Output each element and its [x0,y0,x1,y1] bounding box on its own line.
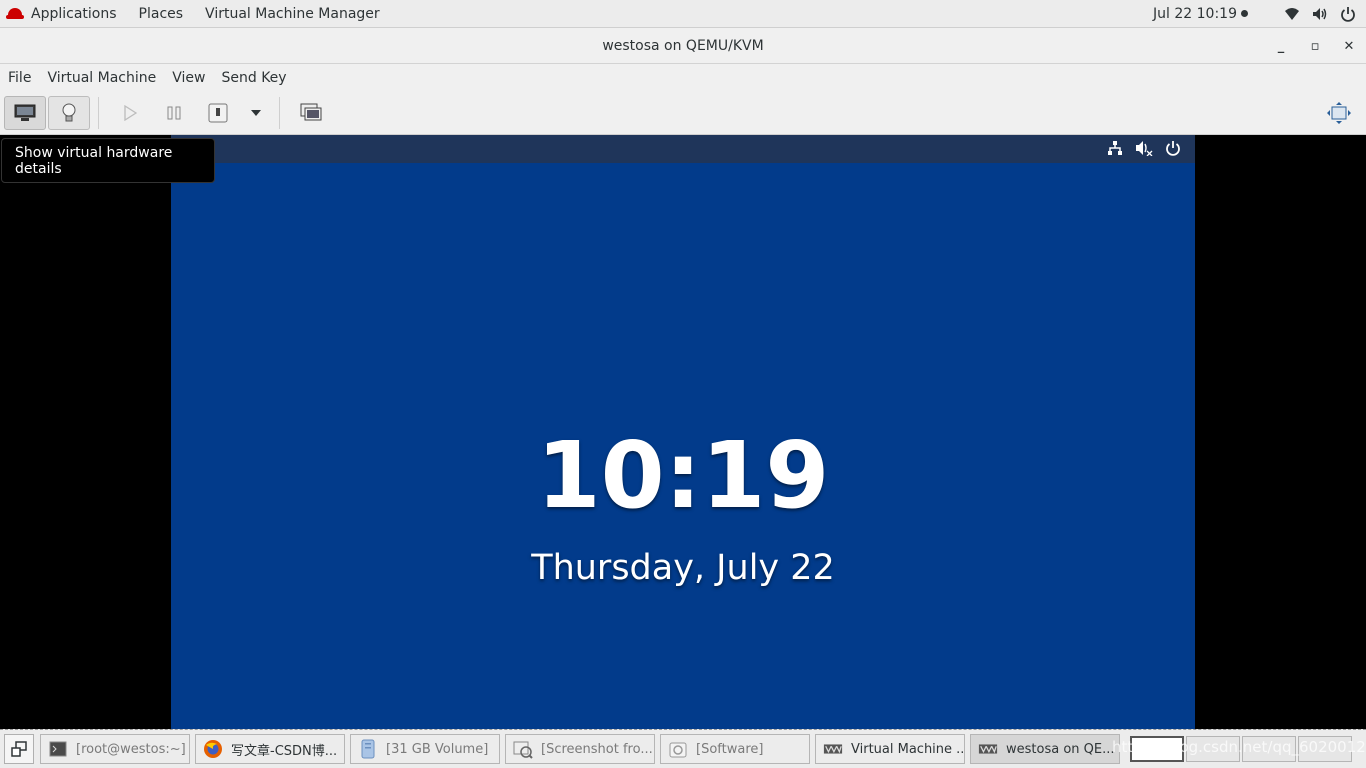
show-desktop-button[interactable] [4,734,34,764]
workspace-3[interactable] [1242,736,1296,762]
vmm-icon [978,739,998,759]
applications-menu[interactable]: Applications [0,0,128,28]
workspace-2[interactable] [1186,736,1240,762]
volume-muted-icon [1136,141,1153,156]
gnome-top-bar: Applications Places Virtual Machine Mana… [0,0,1366,28]
terminal-icon [48,739,68,759]
shutdown-menu-button[interactable] [241,96,271,130]
toolbar-separator [98,97,99,129]
snapshots-button[interactable] [290,96,332,130]
screenshot-icon [513,739,533,759]
software-icon [668,739,688,759]
pause-button[interactable] [153,96,195,130]
pause-icon [167,106,181,120]
workspace-4[interactable] [1298,736,1352,762]
show-desktop-icon [11,741,27,757]
firefox-icon [203,739,223,759]
fullscreen-icon [1327,102,1351,124]
details-button[interactable] [48,96,90,130]
lock-screen-date: Thursday, July 22 [531,548,835,588]
vm-display[interactable]: 10:19 Thursday, July 22 [0,135,1366,729]
workspace-1[interactable] [1130,736,1184,762]
wifi-icon[interactable] [1284,6,1300,22]
dropdown-arrow-icon [251,110,261,116]
clock[interactable]: Jul 22 10:19 [1153,6,1237,22]
fullscreen-button[interactable] [1318,96,1360,130]
applications-label: Applications [31,5,117,22]
app-menu-label: Virtual Machine Manager [205,5,380,22]
window-titlebar: westosa on QEMU/KVM _ ▫ ✕ [0,28,1366,64]
menubar: File Virtual Machine View Send Key [0,64,1366,92]
task-label: 写文章-CSDN博... [231,743,338,759]
app-menu[interactable]: Virtual Machine Manager [194,0,391,28]
places-label: Places [138,5,184,22]
task-screenshot[interactable]: [Screenshot fro... [505,734,655,764]
maximize-button[interactable]: ▫ [1298,28,1332,64]
task-label: Virtual Machine ... [851,741,965,757]
task-westosa-console[interactable]: westosa on QE... [970,734,1120,764]
task-terminal[interactable]: [root@westos:~] [40,734,190,764]
window-title: westosa on QEMU/KVM [602,37,764,54]
snapshots-icon [300,103,322,121]
notification-dot-icon [1241,10,1248,17]
tooltip: Show virtual hardware details [1,138,215,183]
lock-screen-time: 10:19 [536,422,830,529]
menu-file[interactable]: File [0,64,39,92]
network-wired-icon [1108,141,1122,155]
task-label: [31 GB Volume] [386,741,489,757]
run-button[interactable] [109,96,151,130]
minimize-button[interactable]: _ [1264,28,1298,64]
monitor-icon [14,104,36,121]
maximize-icon: ▫ [1310,38,1320,54]
lightbulb-icon [62,103,76,122]
task-software[interactable]: [Software] [660,734,810,764]
toolbar-separator [279,97,280,129]
guest-power-icon [1166,141,1180,156]
shutdown-icon [208,103,228,123]
task-virt-manager[interactable]: Virtual Machine ... [815,734,965,764]
volume-icon[interactable] [1312,6,1328,22]
menu-view[interactable]: View [164,64,213,92]
guest-top-bar [171,135,1195,163]
toolbar [0,92,1366,135]
close-icon: ✕ [1343,38,1355,54]
shutdown-button[interactable] [197,96,239,130]
vmm-icon [823,739,843,759]
task-firefox[interactable]: 写文章-CSDN博... [195,734,345,764]
minimize-icon: _ [1277,38,1285,54]
task-label: [Software] [696,741,764,757]
play-icon [124,105,137,121]
drive-icon [358,739,378,759]
menu-send-key[interactable]: Send Key [213,64,294,92]
task-label: westosa on QE... [1006,741,1115,757]
console-button[interactable] [4,96,46,130]
window-list-taskbar: [root@westos:~] 写文章-CSDN博... [31 GB Volu… [0,729,1366,768]
redhat-logo-icon [6,7,24,20]
task-volume[interactable]: [31 GB Volume] [350,734,500,764]
close-button[interactable]: ✕ [1332,28,1366,64]
task-label: [Screenshot fro... [541,741,653,757]
power-icon[interactable] [1340,6,1356,22]
places-menu[interactable]: Places [128,0,195,28]
guest-lock-screen[interactable]: 10:19 Thursday, July 22 [171,135,1195,729]
workspace-switcher [1130,736,1354,762]
menu-virtual-machine[interactable]: Virtual Machine [39,64,164,92]
task-label: [root@westos:~] [76,741,186,757]
